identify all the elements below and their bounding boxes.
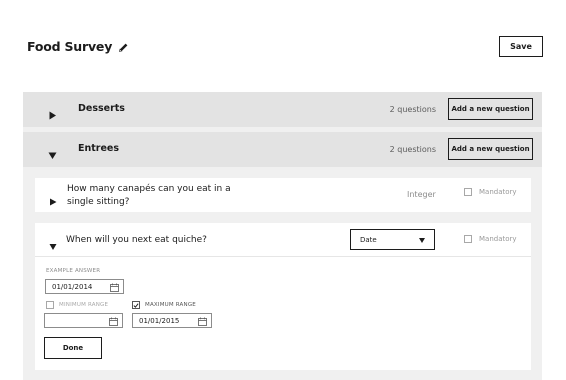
- example-answer-label: EXAMPLE ANSWER: [46, 268, 101, 274]
- mandatory-checkbox[interactable]: [464, 235, 472, 243]
- question-header[interactable]: When will you next eat quiche? Date Mand…: [35, 223, 531, 257]
- mandatory-label: Mandatory: [479, 188, 517, 196]
- question-count: 2 questions: [389, 145, 436, 154]
- section-label: Desserts: [78, 103, 125, 114]
- pencil-icon[interactable]: [118, 41, 129, 52]
- save-button[interactable]: Save: [499, 36, 543, 57]
- question-type-select[interactable]: Date: [350, 229, 435, 250]
- minimum-range-label: MINIMUM RANGE: [59, 302, 109, 308]
- section-desserts[interactable]: Desserts 2 questions Add a new question: [23, 92, 542, 127]
- done-button[interactable]: Done: [44, 337, 102, 359]
- page-title: Food Survey: [27, 39, 129, 54]
- section-label: Entrees: [78, 143, 120, 154]
- mandatory-label: Mandatory: [479, 235, 517, 243]
- maximum-range-input[interactable]: 01/01/2015: [132, 313, 212, 328]
- maximum-range-value: 01/01/2015: [139, 316, 180, 325]
- question-card: When will you next eat quiche? Date Mand…: [35, 223, 531, 370]
- question-text: When will you next eat quiche?: [66, 235, 207, 245]
- add-question-button[interactable]: Add a new question: [448, 98, 533, 120]
- dropdown-caret-icon: [419, 237, 425, 243]
- minimum-range-input[interactable]: [44, 313, 123, 328]
- maximum-range-checkbox[interactable]: [132, 301, 140, 309]
- minimum-range-checkbox[interactable]: [46, 301, 54, 309]
- expand-arrow-icon[interactable]: [49, 191, 57, 206]
- calendar-icon[interactable]: [198, 317, 207, 326]
- add-question-button[interactable]: Add a new question: [448, 138, 533, 160]
- example-answer-input[interactable]: 01/01/2014: [45, 279, 124, 294]
- collapse-arrow-icon[interactable]: [49, 236, 57, 250]
- mandatory-toggle[interactable]: Mandatory: [464, 235, 517, 243]
- collapse-arrow-icon[interactable]: [48, 145, 57, 159]
- mandatory-toggle[interactable]: Mandatory: [464, 188, 517, 196]
- selected-type: Date: [360, 235, 377, 244]
- survey-title: Food Survey: [27, 39, 113, 54]
- question-card[interactable]: How many canapés can you eat in a single…: [35, 178, 531, 212]
- question-text: How many canapés can you eat in a single…: [67, 184, 231, 207]
- question-type: Integer: [407, 190, 436, 199]
- expand-arrow-icon[interactable]: [48, 105, 57, 120]
- minimum-range-toggle[interactable]: MINIMUM RANGE: [46, 301, 108, 309]
- mandatory-checkbox[interactable]: [464, 188, 472, 196]
- section-entrees[interactable]: Entrees 2 questions Add a new question: [23, 132, 542, 167]
- maximum-range-toggle[interactable]: MAXIMUM RANGE: [132, 301, 196, 309]
- maximum-range-label: MAXIMUM RANGE: [145, 302, 196, 308]
- calendar-icon[interactable]: [110, 283, 119, 292]
- calendar-icon[interactable]: [109, 317, 118, 326]
- question-count: 2 questions: [389, 105, 436, 114]
- example-answer-value: 01/01/2014: [52, 282, 93, 291]
